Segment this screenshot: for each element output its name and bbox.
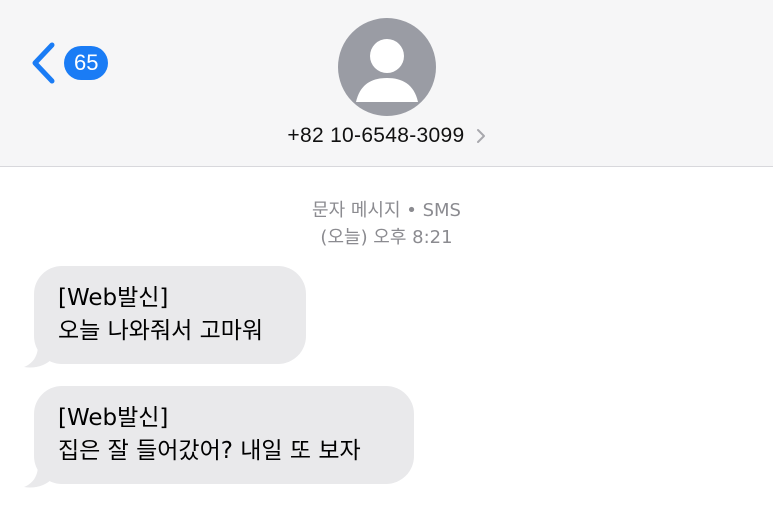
message-bubble[interactable]: [Web발신] 집은 잘 들어갔어? 내일 또 보자 xyxy=(34,386,414,484)
message-text: 오늘 나와줘서 고마워 xyxy=(58,318,264,344)
chevron-right-icon xyxy=(476,129,485,143)
message-sender-tag: [Web발신] xyxy=(58,405,169,431)
contact-avatar[interactable] xyxy=(338,18,436,116)
bubble-tail xyxy=(24,345,52,368)
contact-details-button[interactable]: +82 10-6548-3099 xyxy=(0,124,773,148)
contact-number: +82 10-6548-3099 xyxy=(287,124,465,147)
message-text: 집은 잘 들어갔어? 내일 또 보자 xyxy=(58,438,361,464)
person-silhouette-icon xyxy=(356,39,418,102)
unread-count-badge: 65 xyxy=(64,46,109,80)
bubble-tail xyxy=(24,465,52,488)
message-sender-tag: [Web발신] xyxy=(58,285,169,311)
message-bubble[interactable]: [Web발신] 오늘 나와줘서 고마워 xyxy=(34,266,306,364)
message-timestamp: (오늘) 오후 8:21 xyxy=(320,227,453,248)
back-button[interactable]: 65 xyxy=(30,40,130,86)
messages-screen: 65 +82 10-6548-3099 문자 메시지 • SMS (오늘) 오후… xyxy=(0,0,773,516)
conversation-header: 65 +82 10-6548-3099 xyxy=(0,0,773,167)
message-channel-label: 문자 메시지 • SMS xyxy=(312,200,461,221)
chevron-left-icon xyxy=(32,42,55,84)
